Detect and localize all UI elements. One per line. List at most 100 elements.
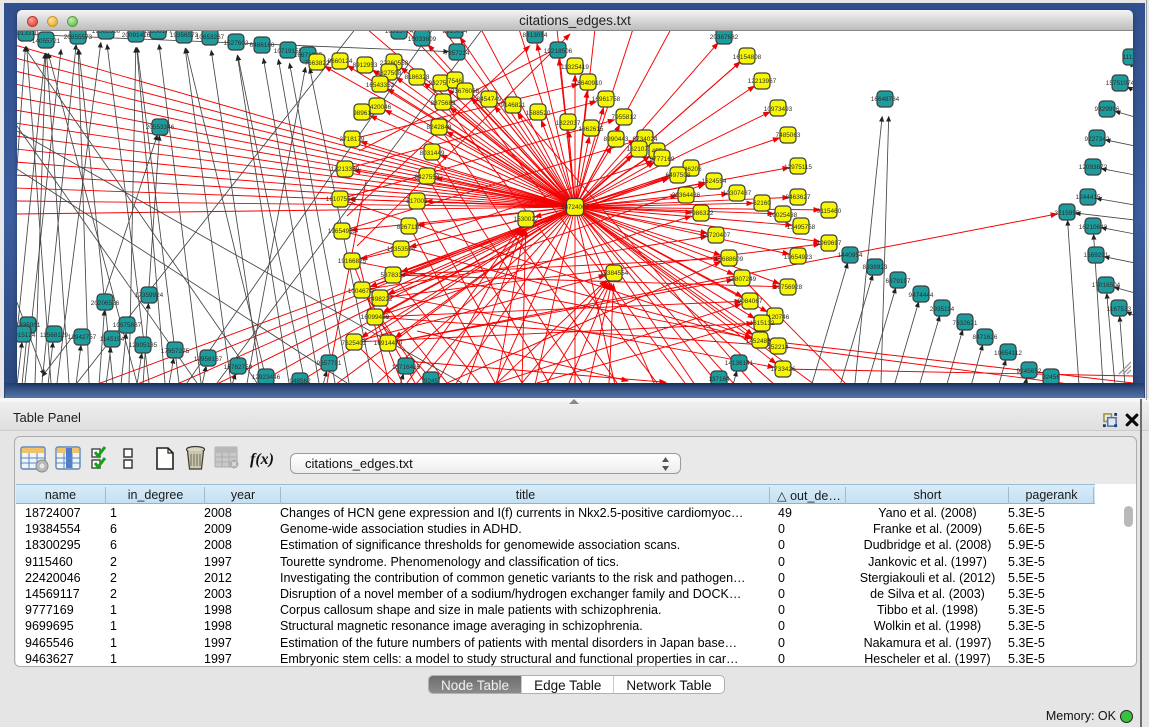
svg-text:11325419: 11325419 bbox=[561, 64, 589, 71]
svg-text:8471626: 8471626 bbox=[973, 334, 998, 341]
svg-text:1527602: 1527602 bbox=[224, 40, 249, 47]
svg-text:16543362: 16543362 bbox=[366, 82, 395, 89]
svg-text:18313774: 18313774 bbox=[385, 31, 414, 35]
svg-text:16640910: 16640910 bbox=[574, 80, 603, 87]
svg-text:12093872: 12093872 bbox=[1079, 164, 1108, 171]
svg-text:6879197: 6879197 bbox=[886, 278, 911, 285]
svg-text:1498222: 1498222 bbox=[368, 296, 393, 303]
svg-text:5878334: 5878334 bbox=[381, 272, 406, 279]
svg-text:1733426: 1733426 bbox=[771, 366, 796, 373]
svg-text:2718179: 2718179 bbox=[340, 136, 365, 143]
svg-text:9146821: 9146821 bbox=[501, 102, 526, 109]
svg-text:12923446: 12923446 bbox=[252, 374, 281, 381]
svg-text:f(x): f(x) bbox=[250, 451, 274, 468]
svg-text:10307487: 10307487 bbox=[723, 190, 752, 197]
svg-text:1569291: 1569291 bbox=[1084, 252, 1109, 259]
svg-text:20206526: 20206526 bbox=[91, 300, 120, 307]
svg-text:10958167: 10958167 bbox=[194, 356, 223, 363]
svg-text:10654112: 10654112 bbox=[994, 350, 1022, 357]
svg-text:1621072: 1621072 bbox=[627, 146, 652, 153]
svg-text:12975115: 12975115 bbox=[784, 164, 812, 171]
svg-text:12942757: 12942757 bbox=[68, 334, 97, 341]
svg-text:9084067: 9084067 bbox=[738, 298, 763, 305]
svg-text:19384554: 19384554 bbox=[600, 270, 629, 277]
svg-text:8813054: 8813054 bbox=[443, 31, 468, 35]
svg-text:1588520: 1588520 bbox=[526, 110, 551, 117]
svg-text:8427552: 8427552 bbox=[415, 174, 440, 181]
svg-text:92456: 92456 bbox=[1042, 374, 1060, 381]
svg-text:19353594: 19353594 bbox=[387, 246, 416, 253]
svg-text:16210643: 16210643 bbox=[1079, 224, 1108, 231]
svg-text:8660124: 8660124 bbox=[328, 58, 353, 65]
svg-text:11568129: 11568129 bbox=[40, 332, 68, 339]
svg-text:15751074: 15751074 bbox=[1106, 80, 1133, 87]
svg-text:1440954: 1440954 bbox=[838, 252, 863, 259]
svg-text:9329996: 9329996 bbox=[1095, 106, 1120, 113]
svg-text:15720407: 15720407 bbox=[702, 232, 731, 239]
svg-text:10975887: 10975887 bbox=[113, 322, 142, 329]
svg-text:3215955: 3215955 bbox=[1055, 210, 1080, 217]
svg-text:7663822: 7663822 bbox=[305, 60, 330, 67]
svg-text:12905135: 12905135 bbox=[129, 342, 158, 349]
svg-text:17359924: 17359924 bbox=[135, 292, 164, 299]
svg-text:19756928: 19756928 bbox=[774, 284, 803, 291]
svg-text:16107554: 16107554 bbox=[326, 196, 355, 203]
svg-text:817008: 817008 bbox=[406, 198, 428, 205]
svg-text:14136141: 14136141 bbox=[725, 360, 754, 367]
svg-text:18724007: 18724007 bbox=[561, 204, 590, 211]
svg-text:10025438: 10025438 bbox=[769, 212, 798, 219]
svg-text:8813054: 8813054 bbox=[523, 32, 548, 39]
svg-text:1167533: 1167533 bbox=[1107, 306, 1132, 313]
svg-text:19654983: 19654983 bbox=[328, 228, 357, 235]
svg-text:8912953: 8912953 bbox=[353, 62, 378, 69]
svg-text:16154808: 16154808 bbox=[733, 54, 762, 61]
svg-text:16914479: 16914479 bbox=[374, 340, 403, 347]
svg-text:9777169: 9777169 bbox=[650, 156, 675, 163]
svg-text:9115460: 9115460 bbox=[817, 208, 842, 215]
svg-text:12213389: 12213389 bbox=[331, 166, 360, 173]
svg-text:18556177: 18556177 bbox=[144, 31, 173, 35]
svg-text:8875685: 8875685 bbox=[431, 100, 456, 107]
svg-text:1244415: 1244415 bbox=[1076, 194, 1101, 201]
svg-text:7485063: 7485063 bbox=[776, 132, 801, 139]
svg-text:10973493: 10973493 bbox=[764, 106, 793, 113]
svg-text:10653267: 10653267 bbox=[196, 34, 225, 41]
svg-text:252214: 252214 bbox=[767, 344, 789, 351]
svg-text:8242848: 8242848 bbox=[427, 124, 452, 131]
svg-text:8031449: 8031449 bbox=[420, 150, 445, 157]
svg-text:19654923: 19654923 bbox=[784, 254, 813, 261]
svg-text:8186328: 8186328 bbox=[405, 74, 430, 81]
svg-text:6497508: 6497508 bbox=[666, 172, 691, 179]
svg-text:15716485: 15716485 bbox=[392, 364, 421, 371]
svg-text:23676068: 23676068 bbox=[451, 88, 480, 95]
svg-text:948562: 948562 bbox=[289, 378, 311, 383]
svg-text:1362615: 1362615 bbox=[579, 126, 604, 133]
svg-text:8454749: 8454749 bbox=[477, 96, 502, 103]
svg-text:16033809: 16033809 bbox=[408, 36, 437, 43]
svg-text:16961758: 16961758 bbox=[592, 96, 621, 103]
svg-text:9657791: 9657791 bbox=[317, 360, 342, 367]
svg-text:13495758: 13495758 bbox=[787, 224, 816, 231]
svg-text:62160: 62160 bbox=[753, 200, 771, 207]
svg-text:7632621: 7632621 bbox=[953, 320, 978, 327]
svg-text:1530022: 1530022 bbox=[514, 216, 539, 223]
svg-text:17016504: 17016504 bbox=[1092, 282, 1121, 289]
svg-text:9245652: 9245652 bbox=[1017, 368, 1042, 375]
svg-text:16648784: 16648784 bbox=[871, 96, 900, 103]
svg-text:7986322: 7986322 bbox=[689, 210, 714, 217]
svg-text:6466160: 6466160 bbox=[250, 42, 275, 49]
svg-text:20387682: 20387682 bbox=[710, 34, 739, 41]
svg-text:1145194: 1145194 bbox=[100, 336, 125, 343]
svg-text:2935114: 2935114 bbox=[930, 306, 955, 313]
svg-text:19356573: 19356573 bbox=[170, 32, 199, 39]
svg-text:19166825: 19166825 bbox=[338, 258, 367, 265]
svg-text:2013310: 2013310 bbox=[17, 31, 39, 37]
svg-text:1615132: 1615132 bbox=[750, 320, 775, 327]
svg-text:11122: 11122 bbox=[1123, 54, 1133, 61]
svg-text:20855573: 20855573 bbox=[64, 34, 93, 41]
svg-text:8267110: 8267110 bbox=[397, 224, 422, 231]
svg-text:9227342: 9227342 bbox=[1085, 136, 1110, 143]
svg-text:12213967: 12213967 bbox=[748, 78, 777, 85]
svg-text:7955812: 7955812 bbox=[612, 114, 637, 121]
svg-text:98961: 98961 bbox=[353, 110, 371, 117]
